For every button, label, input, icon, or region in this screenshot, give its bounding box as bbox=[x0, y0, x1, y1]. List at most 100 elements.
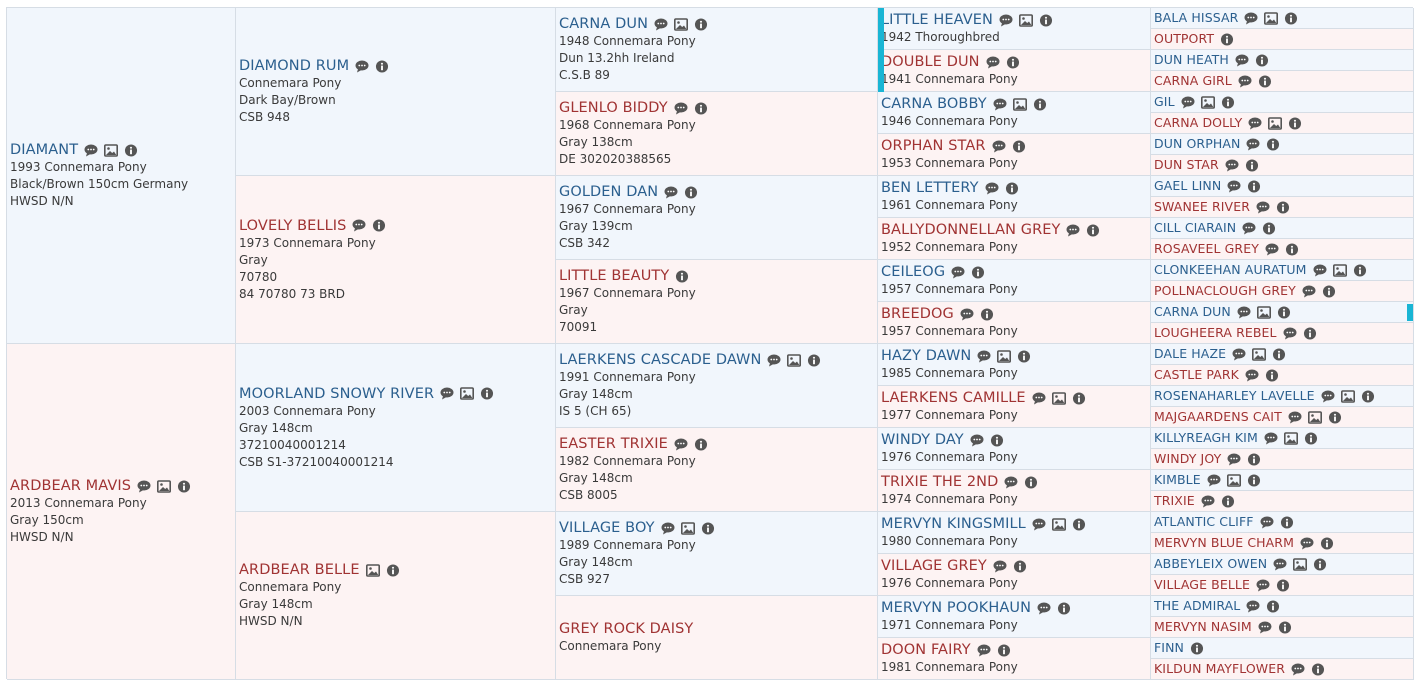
horse-name-link[interactable]: CARNA GIRL bbox=[1154, 72, 1232, 90]
horse-name-link[interactable]: ROSAVEEL GREY bbox=[1154, 240, 1259, 258]
horse-name-link[interactable]: BALA HISSAR bbox=[1154, 9, 1238, 27]
info-icon[interactable] bbox=[1033, 97, 1047, 111]
info-icon[interactable] bbox=[1013, 559, 1027, 573]
photo-icon[interactable] bbox=[460, 387, 475, 400]
comment-icon[interactable] bbox=[960, 308, 974, 321]
horse-name-link[interactable]: WINDY DAY bbox=[881, 431, 964, 449]
info-icon[interactable] bbox=[1304, 431, 1318, 445]
info-icon[interactable] bbox=[1285, 242, 1299, 256]
comment-icon[interactable] bbox=[1242, 222, 1256, 235]
info-icon[interactable] bbox=[1313, 557, 1327, 571]
horse-name-link[interactable]: SWANEE RIVER bbox=[1154, 198, 1250, 216]
info-icon[interactable] bbox=[675, 269, 689, 283]
info-icon[interactable] bbox=[1221, 95, 1235, 109]
photo-icon[interactable] bbox=[1283, 431, 1298, 445]
comment-icon[interactable] bbox=[767, 354, 781, 367]
info-icon[interactable] bbox=[1086, 223, 1100, 237]
horse-name-link[interactable]: DIAMANT bbox=[10, 141, 78, 159]
horse-name-link[interactable]: VILLAGE BOY bbox=[559, 519, 655, 537]
info-icon[interactable] bbox=[1361, 389, 1375, 403]
info-icon[interactable] bbox=[1328, 410, 1342, 424]
photo-icon[interactable] bbox=[1018, 13, 1033, 27]
comment-icon[interactable] bbox=[1245, 369, 1259, 382]
info-icon[interactable] bbox=[1247, 179, 1261, 193]
info-icon[interactable] bbox=[990, 433, 1004, 447]
horse-name-link[interactable]: ATLANTIC CLIFF bbox=[1154, 513, 1254, 531]
photo-icon[interactable] bbox=[104, 143, 119, 157]
comment-icon[interactable] bbox=[977, 644, 991, 657]
horse-name-link[interactable]: CEILEOG bbox=[881, 263, 945, 281]
info-icon[interactable] bbox=[480, 387, 494, 400]
horse-name-link[interactable]: DOUBLE DUN bbox=[881, 53, 980, 71]
info-icon[interactable] bbox=[375, 59, 389, 73]
horse-name-link[interactable]: WINDY JOY bbox=[1154, 450, 1221, 468]
horse-name-link[interactable]: LITTLE BEAUTY bbox=[559, 267, 669, 285]
comment-icon[interactable] bbox=[1256, 579, 1270, 592]
photo-icon[interactable] bbox=[1051, 517, 1066, 531]
horse-name-link[interactable]: DOON FAIRY bbox=[881, 641, 971, 659]
photo-icon[interactable] bbox=[680, 521, 695, 535]
photo-icon[interactable] bbox=[365, 563, 380, 577]
comment-icon[interactable] bbox=[970, 434, 984, 447]
info-icon[interactable] bbox=[1266, 599, 1280, 613]
comment-icon[interactable] bbox=[674, 438, 688, 451]
horse-name-link[interactable]: FINN bbox=[1154, 639, 1184, 657]
info-icon[interactable] bbox=[1278, 620, 1292, 634]
horse-name-link[interactable]: CILL CIARAIN bbox=[1154, 219, 1236, 237]
horse-name-link[interactable]: GAEL LINN bbox=[1154, 177, 1221, 195]
info-icon[interactable] bbox=[701, 521, 715, 535]
horse-name-link[interactable]: DUN ORPHAN bbox=[1154, 135, 1240, 153]
comment-icon[interactable] bbox=[1032, 518, 1046, 531]
horse-name-link[interactable]: KILLYREAGH KIM bbox=[1154, 429, 1258, 447]
photo-icon[interactable] bbox=[1340, 389, 1355, 403]
info-icon[interactable] bbox=[1266, 137, 1280, 151]
horse-name-link[interactable]: HAZY DAWN bbox=[881, 347, 971, 365]
comment-icon[interactable] bbox=[1246, 138, 1260, 151]
horse-name-link[interactable]: TRIXIE THE 2ND bbox=[881, 473, 998, 491]
info-icon[interactable] bbox=[1024, 475, 1038, 489]
horse-name-link[interactable]: MOORLAND SNOWY RIVER bbox=[239, 385, 434, 403]
photo-icon[interactable] bbox=[1012, 97, 1027, 111]
info-icon[interactable] bbox=[1258, 74, 1272, 88]
horse-name-link[interactable]: ROSENAHARLEY LAVELLE bbox=[1154, 387, 1315, 405]
comment-icon[interactable] bbox=[137, 480, 151, 493]
comment-icon[interactable] bbox=[1264, 432, 1278, 445]
info-icon[interactable] bbox=[980, 307, 994, 321]
horse-name-link[interactable]: CARNA DUN bbox=[1154, 303, 1231, 321]
horse-name-link[interactable]: BEN LETTERY bbox=[881, 179, 979, 197]
horse-name-link[interactable]: GREY ROCK DAISY bbox=[559, 620, 693, 638]
horse-name-link[interactable]: THE ADMIRAL bbox=[1154, 597, 1240, 615]
comment-icon[interactable] bbox=[1273, 558, 1287, 571]
info-icon[interactable] bbox=[177, 479, 191, 493]
comment-icon[interactable] bbox=[1258, 621, 1272, 634]
comment-icon[interactable] bbox=[1246, 600, 1260, 613]
horse-name-link[interactable]: LOUGHEERA REBEL bbox=[1154, 324, 1277, 342]
horse-name-link[interactable]: CASTLE PARK bbox=[1154, 366, 1239, 384]
horse-name-link[interactable]: POLLNACLOUGH GREY bbox=[1154, 282, 1296, 300]
photo-icon[interactable] bbox=[787, 353, 802, 367]
info-icon[interactable] bbox=[1012, 139, 1026, 153]
horse-name-link[interactable]: ARDBEAR MAVIS bbox=[10, 477, 131, 495]
comment-icon[interactable] bbox=[1237, 306, 1251, 319]
horse-name-link[interactable]: ABBEYLEIX OWEN bbox=[1154, 555, 1267, 573]
info-icon[interactable] bbox=[1320, 536, 1334, 550]
horse-name-link[interactable]: DUN HEATH bbox=[1154, 51, 1229, 69]
comment-icon[interactable] bbox=[1227, 453, 1241, 466]
comment-icon[interactable] bbox=[355, 60, 369, 73]
photo-icon[interactable] bbox=[1200, 95, 1215, 109]
comment-icon[interactable] bbox=[993, 98, 1007, 111]
comment-icon[interactable] bbox=[1225, 159, 1239, 172]
info-icon[interactable] bbox=[1276, 200, 1290, 214]
info-icon[interactable] bbox=[1247, 473, 1261, 487]
comment-icon[interactable] bbox=[1004, 476, 1018, 489]
comment-icon[interactable] bbox=[1066, 224, 1080, 237]
horse-name-link[interactable]: ORPHAN STAR bbox=[881, 137, 986, 155]
info-icon[interactable] bbox=[997, 643, 1011, 657]
comment-icon[interactable] bbox=[1238, 75, 1252, 88]
comment-icon[interactable] bbox=[1291, 663, 1305, 676]
photo-icon[interactable] bbox=[674, 17, 689, 31]
horse-name-link[interactable]: LOVELY BELLIS bbox=[239, 217, 346, 235]
comment-icon[interactable] bbox=[1232, 348, 1246, 361]
info-icon[interactable] bbox=[971, 265, 985, 279]
comment-icon[interactable] bbox=[1283, 327, 1297, 340]
